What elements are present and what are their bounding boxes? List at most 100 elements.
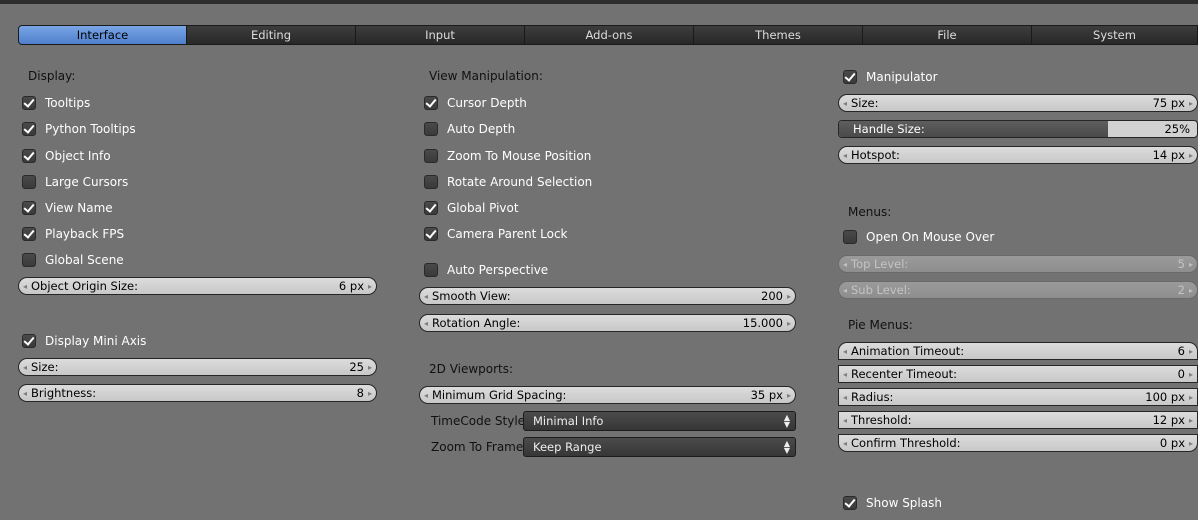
- rotation-angle-field[interactable]: ◂ Rotation Angle: 15.000 ▸: [419, 314, 796, 332]
- arrow-right-icon: ▸: [1188, 285, 1193, 295]
- arrow-right-icon[interactable]: ▸: [783, 292, 795, 301]
- auto-perspective-checkbox[interactable]: Auto Perspective: [424, 262, 548, 278]
- arrow-right-icon[interactable]: ▸: [783, 319, 795, 328]
- tab-system[interactable]: System: [1032, 26, 1197, 44]
- tab-addons[interactable]: Add-ons: [525, 26, 694, 44]
- zoom-to-frame-dropdown[interactable]: Keep Range ▲ ▼: [523, 437, 796, 457]
- global-pivot-label: Global Pivot: [447, 201, 519, 215]
- updown-chevron-icon: ▲ ▼: [783, 413, 790, 429]
- check-icon: [424, 96, 438, 110]
- python-tooltips-checkbox[interactable]: Python Tooltips: [22, 121, 136, 137]
- auto-depth-checkbox[interactable]: Auto Depth: [424, 121, 515, 137]
- arrow-right-icon[interactable]: ▸: [1185, 151, 1197, 160]
- timecode-style-dropdown[interactable]: Minimal Info ▲ ▼: [523, 411, 796, 431]
- animation-timeout-field[interactable]: ◂ Animation Timeout: 6 ▸: [838, 342, 1198, 360]
- show-splash-label: Show Splash: [866, 496, 942, 510]
- check-icon: [22, 96, 36, 110]
- arrow-right-icon[interactable]: ▸: [364, 282, 376, 291]
- checkbox-empty-icon: [424, 149, 438, 163]
- tooltips-label: Tooltips: [45, 96, 91, 110]
- tab-interface[interactable]: Interface: [19, 26, 187, 44]
- arrow-left-icon[interactable]: ◂: [420, 319, 432, 328]
- rotate-around-selection-checkbox[interactable]: Rotate Around Selection: [424, 174, 592, 190]
- arrow-right-icon[interactable]: ▸: [1185, 393, 1197, 402]
- mini-axis-size-field[interactable]: ◂ Size: 25 ▸: [18, 358, 377, 376]
- arrow-left-icon[interactable]: ◂: [839, 99, 851, 108]
- tab-file[interactable]: File: [863, 26, 1032, 44]
- playback-fps-label: Playback FPS: [45, 227, 125, 241]
- arrow-right-icon[interactable]: ▸: [1185, 347, 1197, 356]
- 2d-viewports-header: 2D Viewports:: [429, 362, 514, 376]
- global-scene-checkbox[interactable]: Global Scene: [22, 252, 124, 268]
- cursor-depth-label: Cursor Depth: [447, 96, 527, 110]
- checkbox-empty-icon: [22, 253, 36, 267]
- manipulator-checkbox[interactable]: Manipulator: [843, 69, 938, 85]
- tab-editing[interactable]: Editing: [187, 26, 356, 44]
- show-splash-checkbox[interactable]: Show Splash: [843, 495, 942, 511]
- object-info-label: Object Info: [45, 149, 111, 163]
- arrow-left-icon[interactable]: ◂: [839, 439, 851, 448]
- arrow-left-icon[interactable]: ◂: [19, 389, 31, 398]
- arrow-right-icon[interactable]: ▸: [1185, 439, 1197, 448]
- smooth-view-field[interactable]: ◂ Smooth View: 200 ▸: [419, 287, 796, 305]
- auto-depth-label: Auto Depth: [447, 122, 516, 136]
- view-name-label: View Name: [45, 201, 113, 215]
- recenter-timeout-field[interactable]: ◂ Recenter Timeout: 0 ▸: [838, 365, 1198, 383]
- arrow-left-icon[interactable]: ◂: [839, 370, 851, 379]
- checkbox-empty-icon: [22, 175, 36, 189]
- hotspot-field[interactable]: ◂ Hotspot: 14 px ▸: [838, 146, 1198, 164]
- playback-fps-checkbox[interactable]: Playback FPS: [22, 226, 124, 242]
- arrow-left-icon[interactable]: ◂: [420, 292, 432, 301]
- confirm-threshold-field[interactable]: ◂ Confirm Threshold: 0 px ▸: [838, 434, 1198, 452]
- window-top-border: [0, 0, 1198, 4]
- object-origin-size-field[interactable]: ◂ Object Origin Size: 6 px ▸: [18, 277, 377, 295]
- arrow-right-icon[interactable]: ▸: [364, 363, 376, 372]
- arrow-left-icon[interactable]: ◂: [19, 282, 31, 291]
- check-icon: [843, 70, 857, 84]
- tab-input[interactable]: Input: [356, 26, 525, 44]
- large-cursors-checkbox[interactable]: Large Cursors: [22, 174, 128, 190]
- menus-header: Menus:: [848, 205, 892, 219]
- cursor-depth-checkbox[interactable]: Cursor Depth: [424, 95, 527, 111]
- arrow-right-icon: ▸: [1188, 259, 1193, 269]
- checkbox-empty-icon: [424, 122, 438, 136]
- arrow-right-icon[interactable]: ▸: [1185, 99, 1197, 108]
- arrow-left-icon[interactable]: ◂: [839, 416, 851, 425]
- check-icon: [22, 149, 36, 163]
- arrow-left-icon[interactable]: ◂: [839, 393, 851, 402]
- arrow-right-icon[interactable]: ▸: [1185, 416, 1197, 425]
- arrow-right-icon[interactable]: ▸: [1185, 370, 1197, 379]
- tooltips-checkbox[interactable]: Tooltips: [22, 95, 90, 111]
- display-mini-axis-checkbox[interactable]: Display Mini Axis: [22, 333, 146, 349]
- arrow-left-icon: ◂: [842, 259, 847, 269]
- arrow-left-icon[interactable]: ◂: [839, 347, 851, 356]
- open-on-mouse-over-label: Open On Mouse Over: [866, 230, 995, 244]
- check-icon: [843, 496, 857, 510]
- checkbox-empty-icon: [424, 175, 438, 189]
- sub-level-field: ◂ Sub Level: 2 ▸: [838, 281, 1198, 299]
- threshold-field[interactable]: ◂ Threshold: 12 px ▸: [838, 411, 1198, 429]
- arrow-right-icon[interactable]: ▸: [783, 391, 795, 400]
- arrow-left-icon[interactable]: ◂: [839, 151, 851, 160]
- zoom-to-mouse-checkbox[interactable]: Zoom To Mouse Position: [424, 148, 591, 164]
- check-icon: [22, 122, 36, 136]
- minimum-grid-spacing-field[interactable]: ◂ Minimum Grid Spacing: 35 px ▸: [419, 386, 796, 404]
- view-name-checkbox[interactable]: View Name: [22, 200, 113, 216]
- checkbox-empty-icon: [843, 230, 857, 244]
- tab-themes[interactable]: Themes: [694, 26, 863, 44]
- mini-axis-brightness-field[interactable]: ◂ Brightness: 8 ▸: [18, 384, 377, 402]
- open-on-mouse-over-checkbox[interactable]: Open On Mouse Over: [843, 229, 994, 245]
- global-pivot-checkbox[interactable]: Global Pivot: [424, 200, 519, 216]
- manipulator-size-field[interactable]: ◂ Size: 75 px ▸: [838, 94, 1198, 112]
- check-icon: [22, 334, 36, 348]
- camera-parent-lock-checkbox[interactable]: Camera Parent Lock: [424, 226, 568, 242]
- arrow-right-icon[interactable]: ▸: [364, 389, 376, 398]
- radius-field[interactable]: ◂ Radius: 100 px ▸: [838, 388, 1198, 406]
- object-info-checkbox[interactable]: Object Info: [22, 148, 111, 164]
- arrow-left-icon[interactable]: ◂: [420, 391, 432, 400]
- arrow-left-icon[interactable]: ◂: [19, 363, 31, 372]
- handle-size-slider[interactable]: Handle Size: 25%: [838, 120, 1198, 138]
- large-cursors-label: Large Cursors: [45, 175, 129, 189]
- top-level-field: ◂ Top Level: 5 ▸: [838, 255, 1198, 273]
- display-mini-axis-label: Display Mini Axis: [45, 334, 147, 348]
